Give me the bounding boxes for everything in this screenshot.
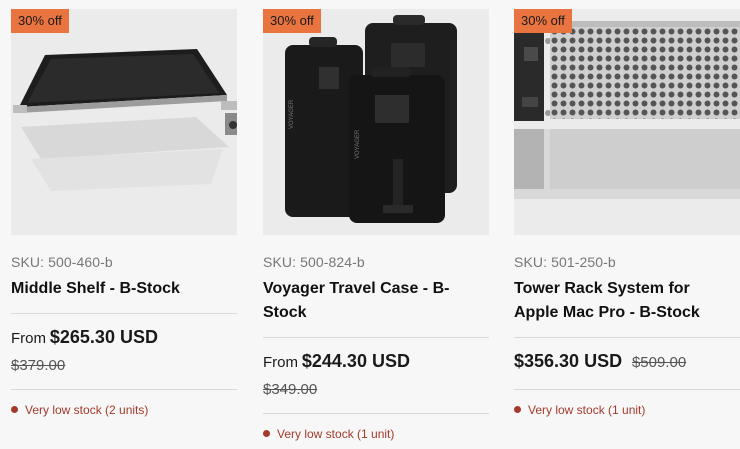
sale-price: $356.30 USD [514,351,623,371]
stock-status: Very low stock (2 units) [11,403,148,417]
stock-text: Very low stock (1 unit) [528,403,646,417]
price-line: $356.30 USD $509.00 [514,351,686,372]
discount-badge: 30% off [11,9,69,33]
product-title[interactable]: Middle Shelf - B-Stock [11,277,235,301]
price-line: From $265.30 USD [11,327,158,348]
divider [11,389,237,390]
product-sku: SKU: 501-250-b [514,254,616,270]
product-image-voyager-case[interactable]: VOYAGER VOYAGER 30% off [263,9,489,235]
stock-status: Very low stock (1 unit) [514,403,645,417]
stock-dot-icon [11,406,18,413]
sale-price: $244.30 USD [301,351,410,371]
compare-price: $349.00 [263,381,318,398]
stock-text: Very low stock (1 unit) [277,427,395,441]
discount-badge: 30% off [514,9,572,33]
price-prefix: From [11,330,46,347]
product-sku: SKU: 500-824-b [263,254,365,270]
svg-text:VOYAGER: VOYAGER [289,99,295,129]
sale-price: $265.30 USD [49,327,158,347]
compare-price: $509.00 [631,354,687,371]
product-sku: SKU: 500-460-b [11,254,113,270]
divider [263,413,489,414]
price-line: From $244.30 USD [263,351,410,372]
svg-text:VOYAGER: VOYAGER [355,129,361,159]
travel-case-image: VOYAGER VOYAGER [285,15,457,223]
divider [514,337,740,338]
shelf-image [13,49,237,191]
stock-dot-icon [263,430,270,437]
divider [11,313,237,314]
product-card[interactable]: VOYAGER VOYAGER 30% off SKU: 500-824-b V… [263,9,489,449]
compare-price: $379.00 [11,357,66,374]
price-prefix: From [263,354,298,371]
product-title[interactable]: Voyager Travel Case - B-Stock [263,277,487,325]
product-image-tower-rack[interactable]: 30% off [514,9,740,235]
stock-dot-icon [514,406,521,413]
product-title[interactable]: Tower Rack System for Apple Mac Pro - B-… [514,277,738,325]
discount-badge: 30% off [263,9,321,33]
product-card[interactable]: 30% off SKU: 500-460-b Middle Shelf - B-… [11,9,237,449]
product-card[interactable]: 30% off SKU: 501-250-b Tower Rack System… [514,9,740,449]
product-image-middle-shelf[interactable]: 30% off [11,9,237,235]
stock-text: Very low stock (2 units) [25,403,149,417]
divider [514,389,740,390]
divider [263,337,489,338]
tower-rack-image [514,21,740,199]
stock-status: Very low stock (1 unit) [263,427,394,441]
